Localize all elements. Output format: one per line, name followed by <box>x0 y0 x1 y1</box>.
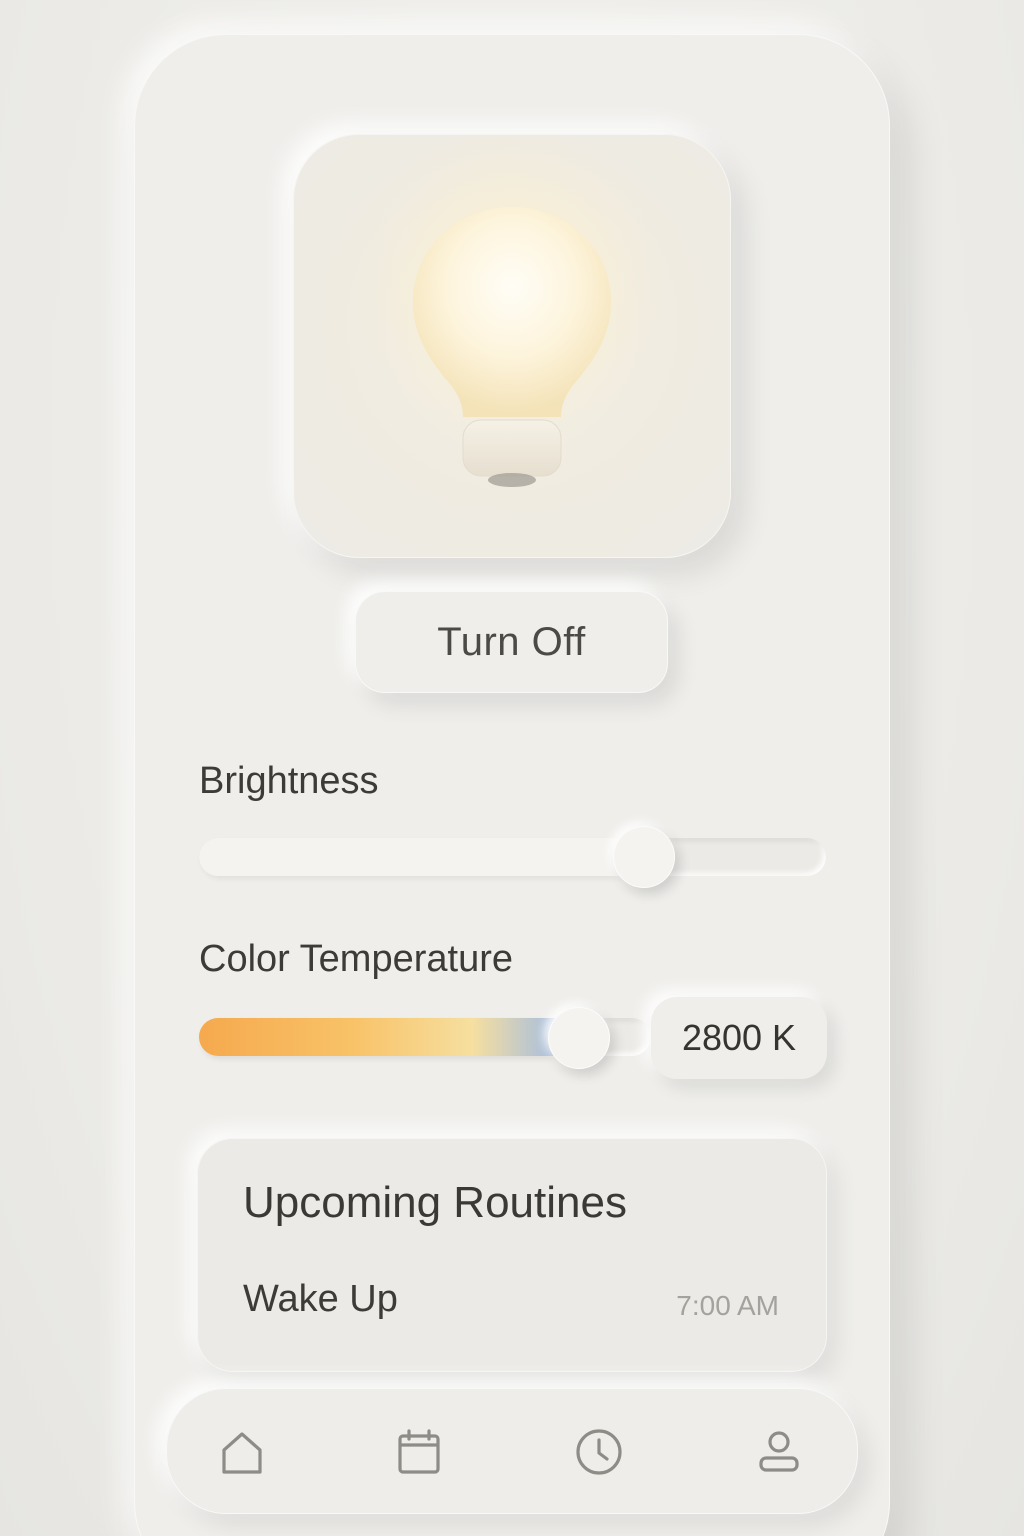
color-temperature-slider-thumb[interactable] <box>547 1007 610 1069</box>
routine-name[interactable]: Wake Up <box>243 1278 398 1321</box>
upcoming-routines-card: Upcoming Routines Wake Up 7:00 AM <box>197 1138 827 1372</box>
nav-calendar[interactable] <box>391 1424 447 1480</box>
routines-title: Upcoming Routines <box>243 1178 627 1227</box>
nav-clock[interactable] <box>571 1424 627 1480</box>
color-temperature-slider-fill <box>199 1018 579 1056</box>
bottom-nav <box>166 1388 858 1514</box>
clock-icon <box>576 1429 622 1475</box>
routine-time: 7:00 AM <box>676 1290 779 1321</box>
color-temperature-label: Color Temperature <box>199 938 514 980</box>
nav-profile[interactable] <box>751 1424 807 1480</box>
brightness-label: Brightness <box>199 760 379 802</box>
app-screen: Turn Off Brightness Color Temperature 28… <box>0 0 1024 1536</box>
color-temperature-value: 2800 K <box>651 997 827 1079</box>
turn-off-button[interactable]: Turn Off <box>355 591 668 693</box>
brightness-slider-thumb[interactable] <box>613 826 676 888</box>
home-icon <box>222 1432 262 1474</box>
brightness-slider-track[interactable] <box>199 838 826 876</box>
nav-home[interactable] <box>214 1424 270 1480</box>
bulb-tile[interactable] <box>293 134 731 558</box>
brightness-slider-fill <box>199 838 645 876</box>
light-bulb-icon <box>342 144 682 487</box>
profile-icon <box>759 1431 799 1472</box>
calendar-icon <box>398 1429 440 1474</box>
